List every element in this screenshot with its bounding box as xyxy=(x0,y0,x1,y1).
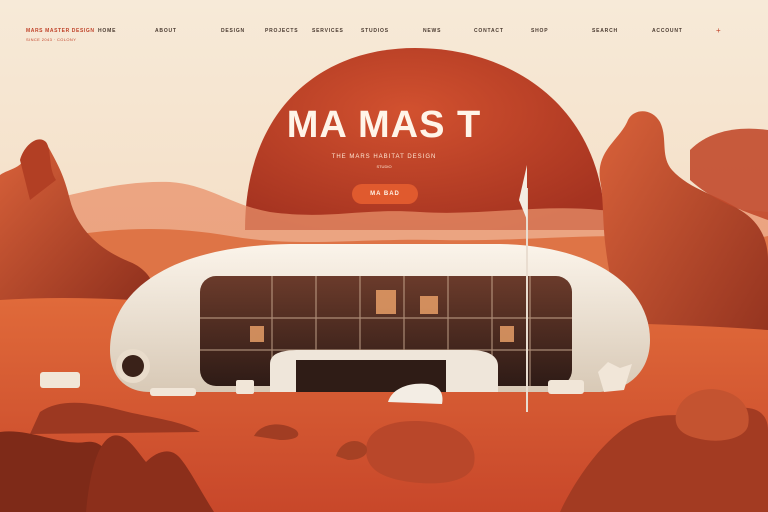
nav-item-services[interactable]: SERVICES xyxy=(312,28,344,34)
porthole-glass xyxy=(122,355,144,377)
hero-subtitle: THE MARS HABITAT DESIGN xyxy=(331,154,437,160)
nav-item-about[interactable]: ABOUT xyxy=(155,28,177,34)
hero-subtitle-small: STUDIO xyxy=(376,164,392,169)
brand-tagline: SINCE 2043 · COLONY xyxy=(26,37,77,42)
top-navigation: MARS MASTER DESIGN SINCE 2043 · COLONY H… xyxy=(0,0,768,60)
hero-title: MA MAS T xyxy=(286,104,482,146)
nav-item-search[interactable]: SEARCH xyxy=(592,28,618,34)
plus-icon[interactable]: + xyxy=(716,27,724,35)
nav-item-studios[interactable]: STUDIOS xyxy=(361,28,389,34)
nav-item-news[interactable]: NEWS xyxy=(423,28,441,34)
nav-item-shop[interactable]: SHOP xyxy=(531,28,548,34)
nav-item-projects[interactable]: PROJECTS xyxy=(265,28,298,34)
hero-cta-button[interactable]: MA BAD xyxy=(352,184,418,204)
nav-item-home[interactable]: HOME xyxy=(98,28,116,34)
nav-item-design[interactable]: DESIGN xyxy=(221,28,245,34)
mars-landscape-illustration xyxy=(0,0,768,512)
nav-item-contact[interactable]: CONTACT xyxy=(474,28,504,34)
brand-logo-text[interactable]: MARS MASTER DESIGN xyxy=(26,28,95,34)
nav-item-account[interactable]: ACCOUNT xyxy=(652,28,683,34)
